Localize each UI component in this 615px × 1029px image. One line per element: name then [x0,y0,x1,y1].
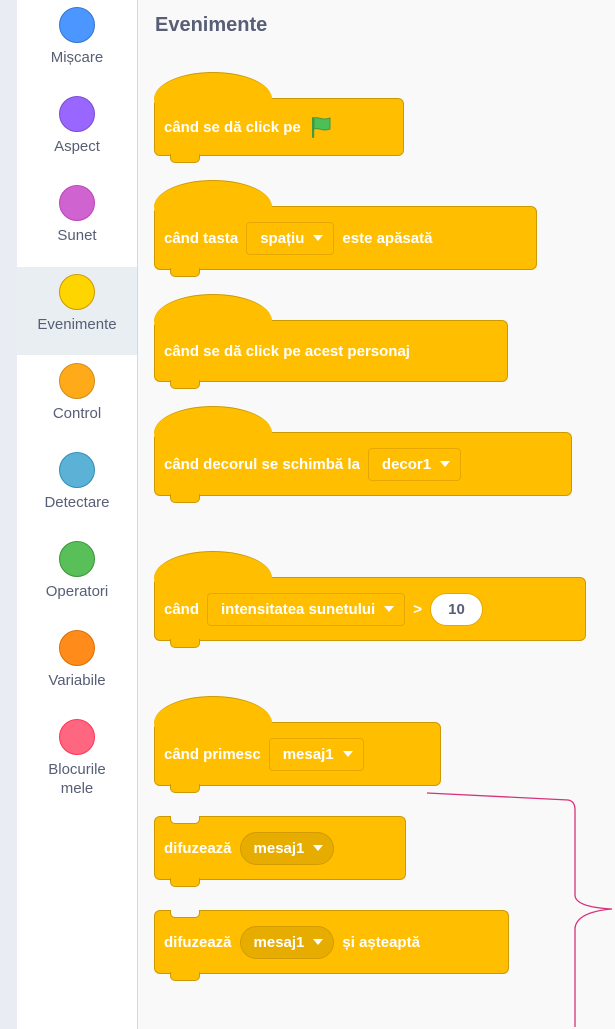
block-palette: Evenimente când se dă click pe când tast… [138,0,615,1029]
left-edge-strip [0,0,17,1029]
palette-title: Evenimente [155,14,268,36]
category-operators[interactable]: Operatori [17,534,137,622]
message-dropdown[interactable]: mesaj1 [239,925,335,959]
threshold-input[interactable]: 10 [429,592,483,626]
chevron-down-icon [384,606,395,612]
category-label: Blocurile mele [48,761,106,797]
category-label: Aspect [54,138,100,155]
message-dropdown-value: mesaj1 [253,839,305,857]
category-label: Sunet [57,227,97,244]
category-sensing[interactable]: Detectare [17,445,137,533]
category-events[interactable]: Evenimente [17,267,137,355]
category-label: Detectare [44,494,110,511]
category-my-blocks[interactable]: Blocurile mele [17,712,137,822]
sensing-dot-icon [59,452,95,488]
category-motion[interactable]: Mișcare [17,0,137,88]
my-blocks-dot-icon [59,719,95,755]
chevron-down-icon [313,235,324,241]
broadcast-and-wait-block[interactable]: difuzează mesaj1 și așteaptă [154,910,509,981]
block-bottom-tab [170,268,200,277]
category-sound[interactable]: Sunet [17,178,137,266]
block-bottom-tab [170,380,200,389]
operator-text: > [413,600,422,618]
block-bottom-tab [170,154,200,163]
variables-dot-icon [59,630,95,666]
when-sprite-clicked-block[interactable]: când se dă click pe acest personaj [154,294,508,389]
chevron-down-icon [440,461,451,467]
key-dropdown-value: spațiu [260,229,305,247]
category-menu: Mișcare Aspect Sunet Evenimente Control … [17,0,138,1029]
block-text: când [164,600,200,618]
backdrop-dropdown[interactable]: decor1 [367,447,462,481]
control-dot-icon [59,363,95,399]
category-control[interactable]: Control [17,356,137,444]
sensor-dropdown-value: intensitatea sunetului [221,600,376,618]
block-bottom-tab [170,639,200,648]
key-dropdown[interactable]: spațiu [246,221,335,255]
green-flag-icon [311,117,331,138]
block-text: când primesc [164,745,261,763]
when-backdrop-switches-block[interactable]: când decorul se schimbă la decor1 [154,406,572,503]
when-i-receive-block[interactable]: când primesc mesaj1 [154,696,441,793]
backdrop-dropdown-value: decor1 [381,455,432,473]
category-variables[interactable]: Variabile [17,623,137,711]
message-dropdown[interactable]: mesaj1 [268,737,364,771]
block-bottom-tab [170,494,200,503]
chevron-down-icon [313,845,324,851]
message-dropdown-value: mesaj1 [253,933,305,951]
block-text: când decorul se schimbă la [164,455,360,473]
when-greater-than-block[interactable]: când intensitatea sunetului > 10 [154,551,586,648]
block-bottom-tab [170,784,200,793]
block-text: când se dă click pe acest personaj [164,342,410,360]
category-label: Evenimente [37,316,117,333]
broadcast-block[interactable]: difuzează mesaj1 [154,816,406,887]
block-text: și așteaptă [342,933,420,951]
block-text: este apăsată [342,229,433,247]
message-dropdown-value: mesaj1 [282,745,334,763]
block-text: difuzează [164,933,232,951]
category-label: Operatori [45,583,109,600]
when-flag-clicked-block[interactable]: când se dă click pe [154,72,404,163]
motion-dot-icon [59,7,95,43]
sound-dot-icon [59,185,95,221]
operators-dot-icon [59,541,95,577]
chevron-down-icon [313,939,324,945]
category-looks[interactable]: Aspect [17,89,137,177]
block-bottom-tab [170,972,200,981]
block-bottom-tab [170,878,200,887]
block-text: când tasta [164,229,239,247]
looks-dot-icon [59,96,95,132]
block-text: difuzează [164,839,232,857]
events-dot-icon [59,274,95,310]
message-dropdown[interactable]: mesaj1 [239,831,335,865]
when-key-pressed-block[interactable]: când tasta spațiu este apăsată [154,180,537,277]
sensor-dropdown[interactable]: intensitatea sunetului [207,592,406,626]
block-text: când se dă click pe [164,118,301,136]
category-label: Control [52,405,102,422]
category-label: Variabile [48,672,106,689]
chevron-down-icon [342,751,353,757]
category-label: Mișcare [50,49,104,66]
